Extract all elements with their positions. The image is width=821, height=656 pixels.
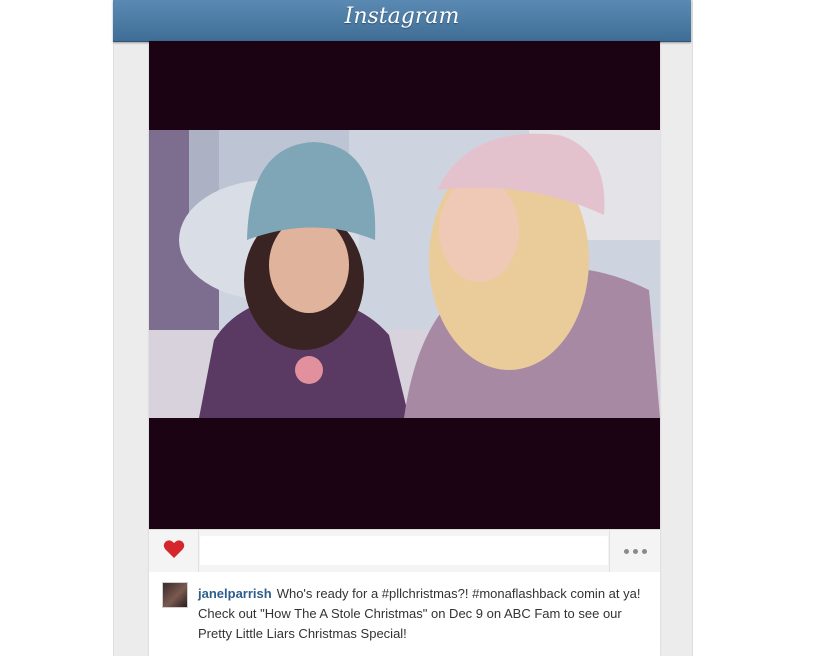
likes-area bbox=[200, 536, 608, 565]
top-bar: Instagram bbox=[113, 0, 691, 42]
post-photo[interactable] bbox=[149, 130, 660, 418]
like-button[interactable] bbox=[149, 530, 199, 572]
heart-icon bbox=[163, 539, 185, 564]
ellipsis-icon bbox=[623, 548, 629, 554]
caption-text: janelparrish Who's ready for a #pllchrist… bbox=[198, 584, 648, 644]
instagram-logo[interactable]: Instagram bbox=[113, 4, 691, 29]
user-avatar[interactable] bbox=[162, 582, 188, 608]
post-caption: janelparrish Who's ready for a #pllchrist… bbox=[149, 572, 660, 656]
username-link[interactable]: janelparrish bbox=[198, 586, 272, 601]
post-actions-bar bbox=[149, 529, 660, 573]
more-options-button[interactable] bbox=[609, 530, 660, 572]
ellipsis-icon bbox=[632, 548, 638, 554]
ellipsis-icon bbox=[641, 548, 647, 554]
